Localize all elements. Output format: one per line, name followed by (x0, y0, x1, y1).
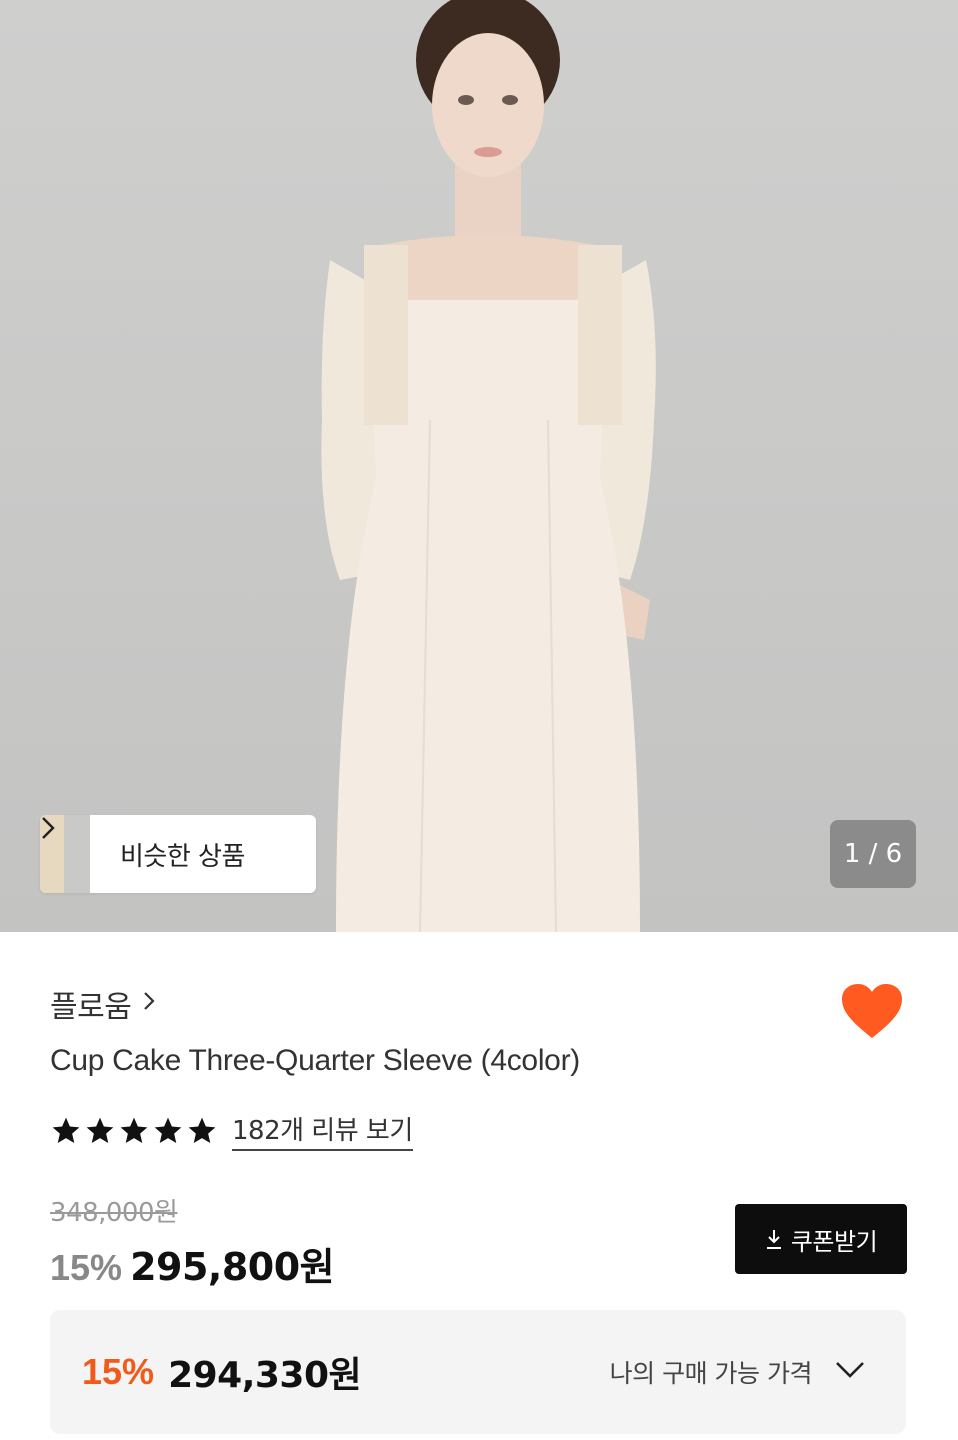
discount-rate: 15% (50, 1247, 123, 1288)
coupon-download-button[interactable]: 쿠폰받기 (735, 1204, 907, 1274)
star-icon (86, 1117, 114, 1143)
sale-price: 295,800원 (130, 1245, 335, 1289)
product-image-gallery[interactable]: 비슷한 상품 1 / 6 (0, 0, 958, 932)
review-link[interactable]: 182개 리뷰 보기 (232, 1110, 413, 1151)
star-icon (188, 1117, 216, 1143)
product-photo (321, 0, 656, 932)
similar-products-button[interactable]: 비슷한 상품 (40, 815, 316, 893)
similar-products-label: 비슷한 상품 (120, 841, 245, 872)
brand-name: 플로움 (50, 990, 132, 1025)
image-counter: 1 / 6 (830, 820, 916, 888)
chevron-down-icon (834, 1360, 866, 1384)
chevron-right-icon (143, 989, 155, 1019)
my-price-amount: 294,330원 (168, 1355, 362, 1396)
sale-price-row: 15% 295,800원 (50, 1236, 335, 1291)
my-price-panel[interactable]: 15% 294,330원 나의 구매 가능 가격 (50, 1310, 906, 1434)
rating-row: 182개 리뷰 보기 (50, 1110, 413, 1151)
my-price-label: 나의 구매 가능 가격 (609, 1359, 813, 1388)
original-price: 348,000원 (50, 1198, 178, 1228)
coupon-label: 쿠폰받기 (790, 1227, 878, 1256)
star-icon (154, 1117, 182, 1143)
star-icon (52, 1117, 80, 1143)
my-discount-rate: 15% (82, 1351, 155, 1392)
download-icon (766, 1230, 781, 1249)
product-title: Cup Cake Three-Quarter Sleeve (4color) (50, 1044, 580, 1077)
wishlist-heart-icon[interactable] (840, 982, 904, 1040)
star-icon (120, 1117, 148, 1143)
star-rating (50, 1115, 218, 1147)
brand-link[interactable]: 플로움 (50, 982, 155, 1026)
